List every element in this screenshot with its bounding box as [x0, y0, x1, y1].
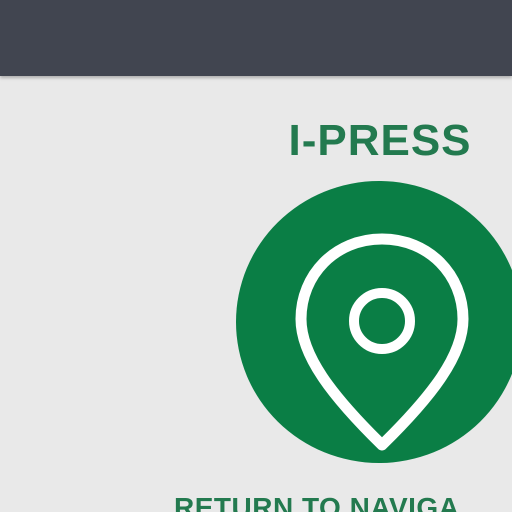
location-button[interactable]	[236, 181, 512, 463]
top-bar	[0, 0, 512, 76]
app-screen: I-PRESS RETURN TO NAVIGA	[0, 0, 512, 512]
page-title: I-PRESS	[288, 116, 472, 165]
return-to-navigation-link[interactable]: RETURN TO NAVIGA	[174, 492, 459, 512]
location-pin-icon	[295, 233, 469, 451]
